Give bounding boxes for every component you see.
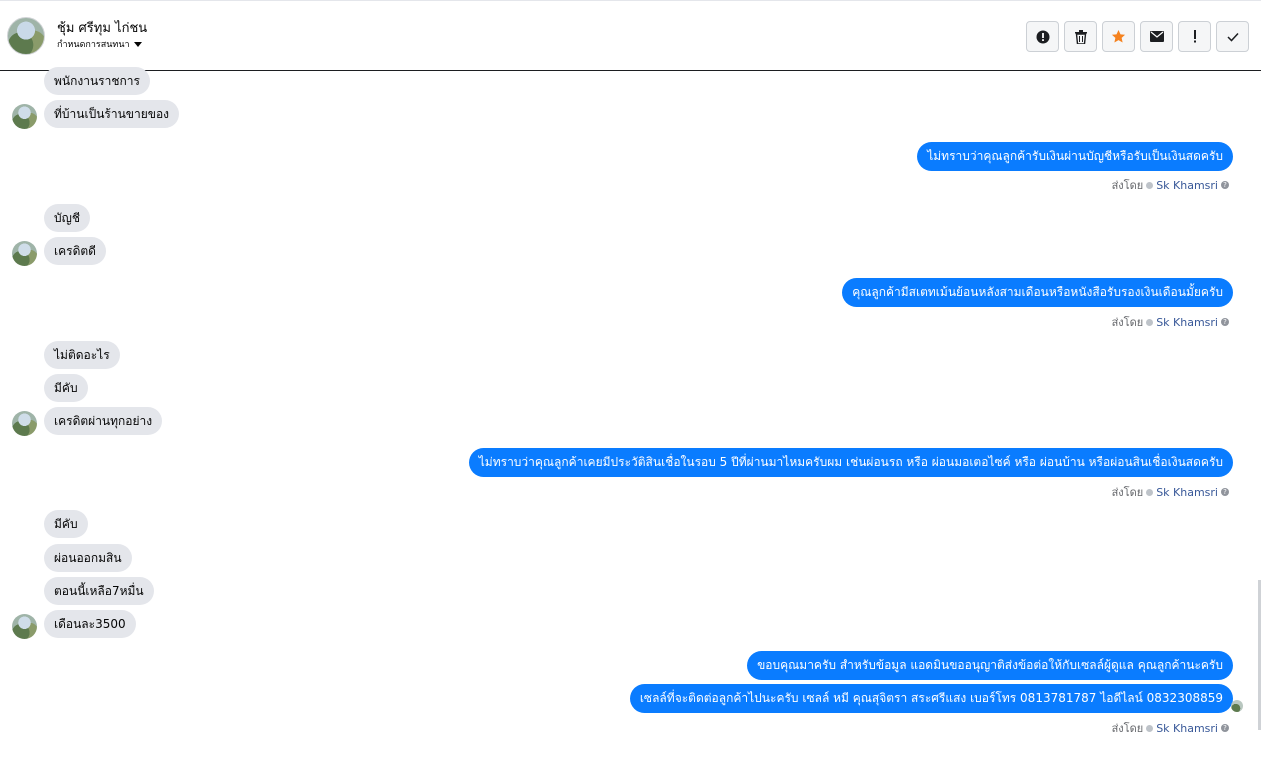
envelope-icon [1149, 31, 1164, 42]
help-icon[interactable]: ? [1221, 318, 1229, 326]
outgoing-message: ไม่ทราบว่าคุณลูกค้าเคยมีประวัติสินเชื่อใ… [468, 448, 1233, 477]
check-icon [1226, 32, 1239, 42]
outgoing-message: คุณลูกค้ามีสเตทเม้นย้อนหลังสามเดือนหรือห… [842, 278, 1233, 307]
sender-name[interactable]: Sk Khamsri [1156, 722, 1218, 735]
alert-circle-icon [1036, 30, 1049, 43]
outgoing-message: เซลล์ที่จะติดต่อลูกค้าไปนะครับ เซลล์ หมี… [629, 684, 1233, 713]
conversation-actions [1026, 21, 1249, 52]
star-icon [1111, 29, 1126, 43]
contact-avatar[interactable] [7, 17, 45, 55]
incoming-message: มีคับ [44, 374, 88, 402]
sent-by-info: ส่งโดย Sk Khamsri ? [1112, 483, 1229, 501]
mark-done-button[interactable] [1216, 21, 1249, 52]
sent-by-info: ส่งโดย Sk Khamsri ? [1112, 176, 1229, 194]
incoming-message: ผ่อนออกมสิน [44, 544, 132, 572]
sent-by-label: ส่งโดย [1111, 179, 1144, 192]
incoming-message: ตอนนี้เหลือ7หมื่น [44, 577, 154, 605]
incoming-message: ไม่ติดอะไร [44, 341, 120, 369]
conversation-status-label: กำหนดการสนทนา [57, 40, 130, 50]
star-button[interactable] [1102, 21, 1135, 52]
delete-button[interactable] [1064, 21, 1097, 52]
follow-up-button[interactable] [1178, 21, 1211, 52]
sender-dot-icon [1146, 318, 1154, 326]
message-thread: พนักงานราชการ ที่บ้านเป็นร้านขายของ ไม่ท… [0, 67, 1257, 757]
help-icon[interactable]: ? [1221, 724, 1229, 732]
conversation-header: ชุ้ม ศรีทุม ไก่ชน กำหนดการสนทนา [0, 0, 1261, 71]
contact-avatar-small [12, 614, 37, 639]
sender-dot-icon [1146, 724, 1154, 732]
sent-by-info: ส่งโดย Sk Khamsri ? [1112, 719, 1229, 737]
incoming-message: เดือนละ3500 [44, 610, 136, 638]
contact-avatar-small [12, 241, 37, 266]
incoming-message: เครดิตดี [44, 237, 106, 265]
sent-by-info: ส่งโดย Sk Khamsri ? [1112, 313, 1229, 331]
sender-dot-icon [1146, 488, 1154, 496]
trash-icon [1074, 29, 1087, 44]
incoming-message: เครดิตผ่านทุกอย่าง [44, 407, 163, 435]
help-icon[interactable]: ? [1221, 181, 1229, 189]
sent-by-label: ส่งโดย [1111, 722, 1144, 735]
seen-avatar [1231, 700, 1243, 712]
mark-spam-button[interactable] [1026, 21, 1059, 52]
contact-avatar-small [12, 411, 37, 436]
help-icon[interactable]: ? [1221, 488, 1229, 496]
incoming-message: ที่บ้านเป็นร้านขายของ [44, 100, 180, 128]
sent-by-label: ส่งโดย [1111, 316, 1144, 329]
sent-by-label: ส่งโดย [1111, 486, 1144, 499]
sender-name[interactable]: Sk Khamsri [1156, 316, 1218, 329]
conversation-status-dropdown[interactable]: กำหนดการสนทนา [57, 37, 142, 51]
incoming-message: บัญชี [44, 204, 90, 232]
mark-unread-button[interactable] [1140, 21, 1173, 52]
incoming-message: มีคับ [44, 510, 88, 538]
caret-down-icon [133, 41, 142, 47]
sender-name[interactable]: Sk Khamsri [1156, 179, 1218, 192]
sender-name[interactable]: Sk Khamsri [1156, 486, 1218, 499]
outgoing-message: ไม่ทราบว่าคุณลูกค้ารับเงินผ่านบัญชีหรือร… [917, 142, 1233, 171]
outgoing-message: ขอบคุณมาครับ สำหรับข้อมูล แอดมินขออนุญาต… [747, 651, 1233, 680]
contact-name[interactable]: ชุ้ม ศรีทุม ไก่ชน [57, 17, 147, 38]
sender-dot-icon [1146, 181, 1154, 189]
exclamation-icon [1193, 30, 1196, 43]
contact-avatar-small [12, 104, 37, 129]
incoming-message: พนักงานราชการ [44, 67, 150, 95]
